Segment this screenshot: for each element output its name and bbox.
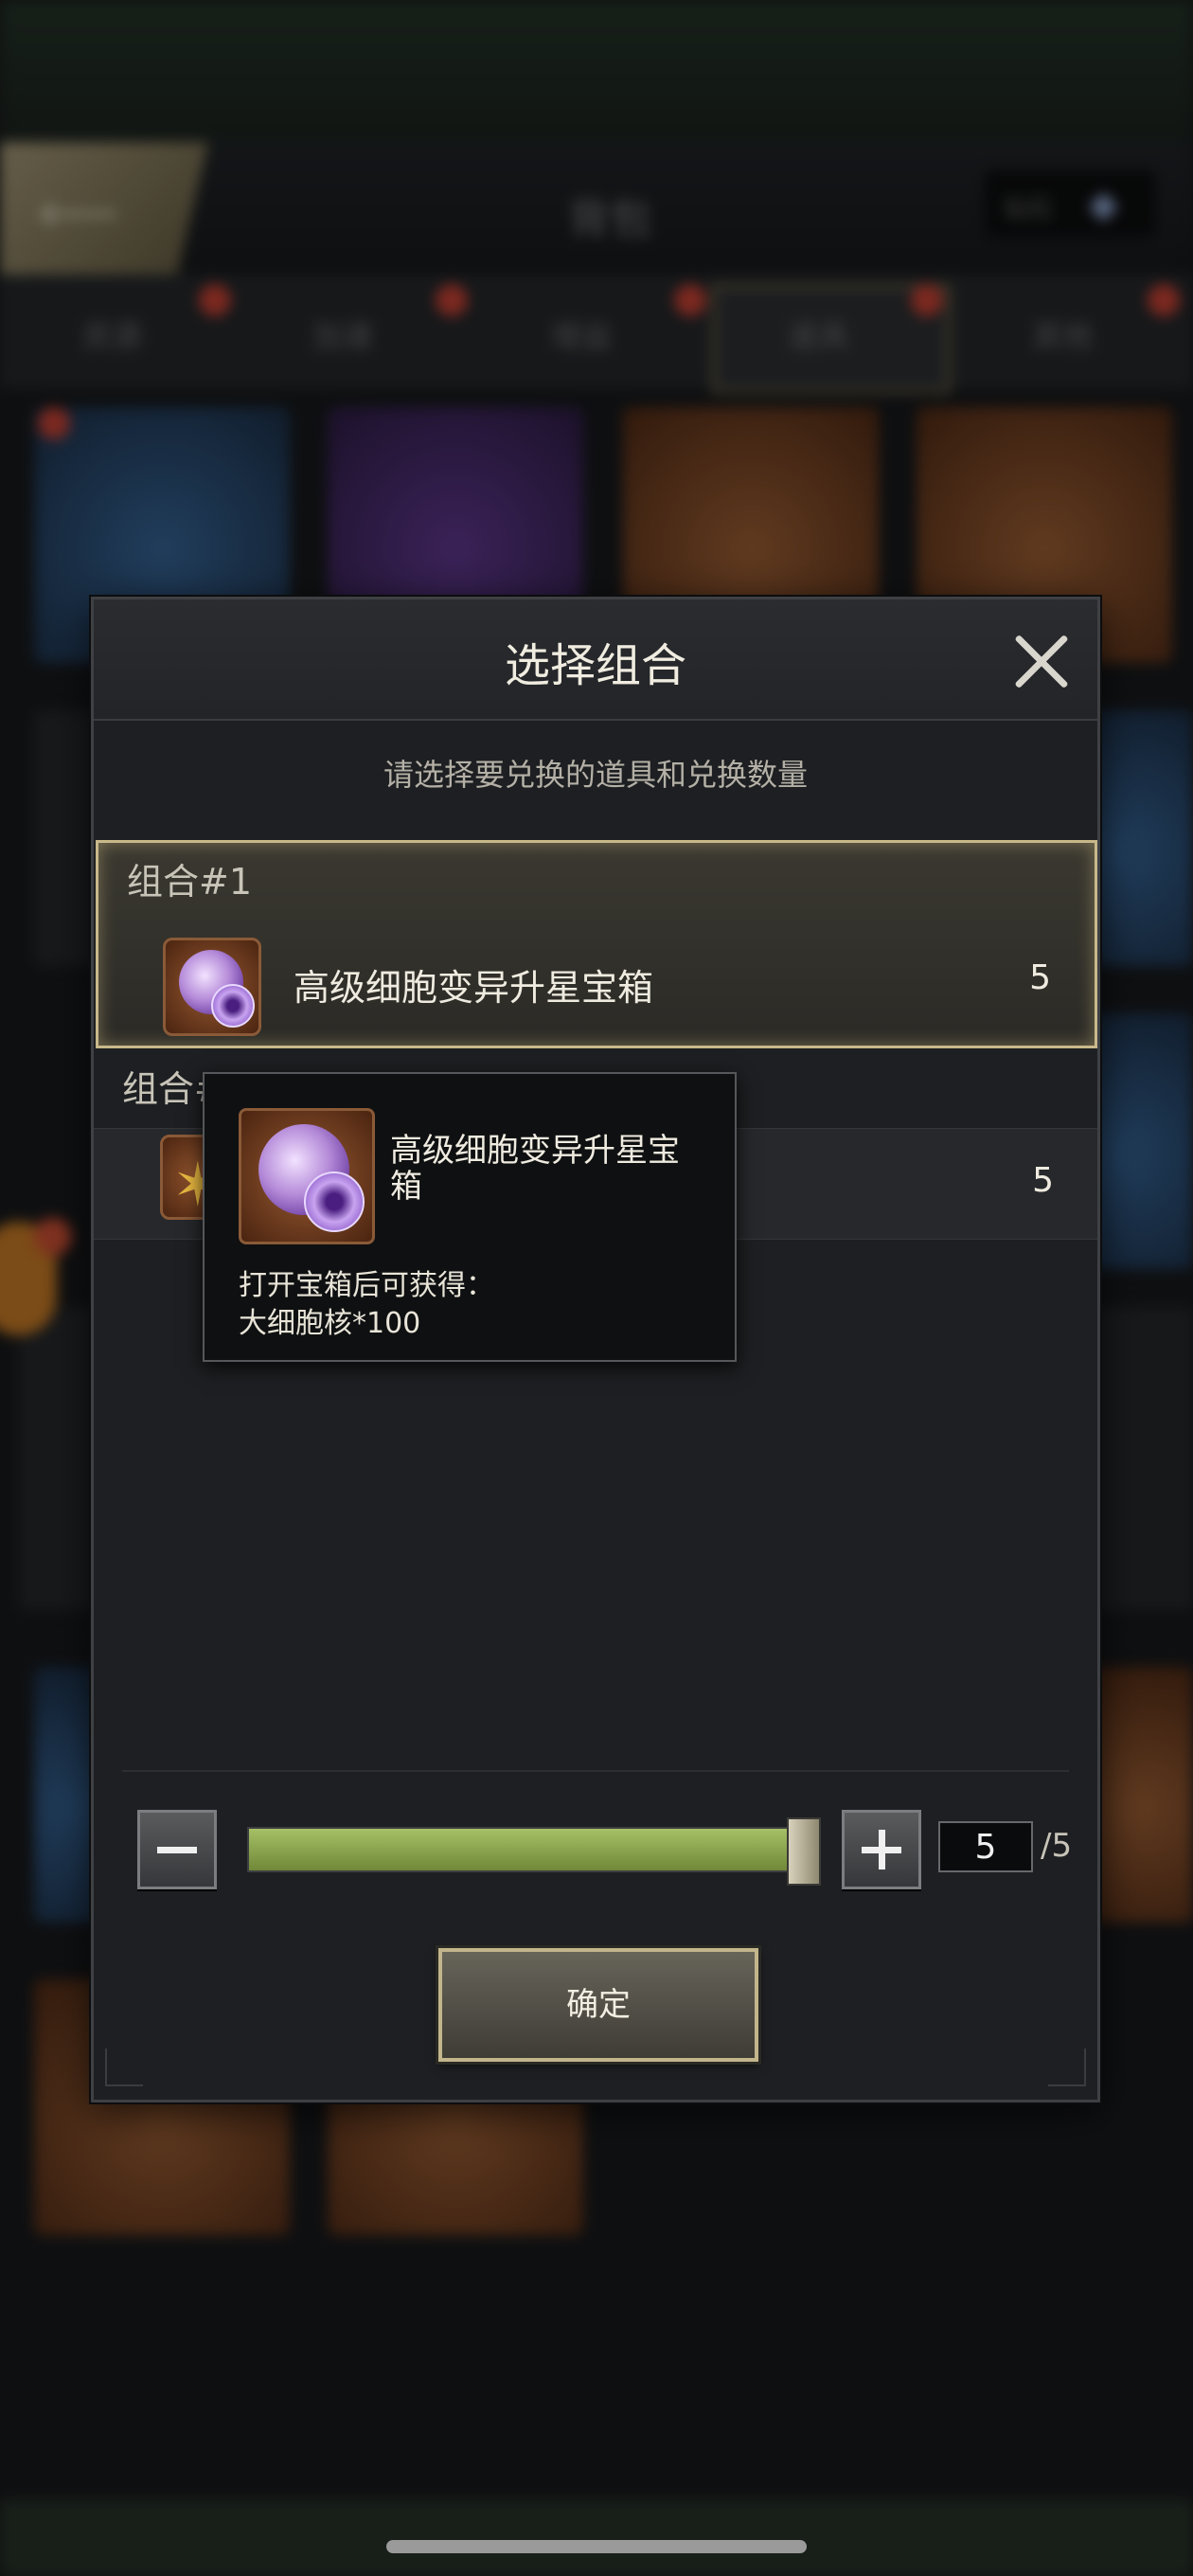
combo-1-label: 组合#1 bbox=[127, 861, 253, 903]
home-indicator[interactable] bbox=[386, 2540, 807, 2553]
quantity-input[interactable] bbox=[938, 1821, 1033, 1872]
cell-icon-part bbox=[304, 1172, 365, 1232]
decrease-button[interactable] bbox=[137, 1810, 217, 1889]
confirm-button[interactable]: 确定 bbox=[438, 1948, 758, 2062]
combo-1-item-name: 高级细胞变异升星宝箱 bbox=[294, 967, 654, 1009]
close-icon[interactable] bbox=[1003, 622, 1080, 700]
cell-chest-icon[interactable] bbox=[163, 938, 261, 1036]
quantity-slider[interactable] bbox=[247, 1817, 821, 1886]
dialog-title: 选择组合 bbox=[504, 639, 686, 692]
cell-chest-icon bbox=[239, 1108, 375, 1244]
combo-1-item-row[interactable]: 高级细胞变异升星宝箱 5 bbox=[98, 922, 1095, 1046]
corner-ornament bbox=[1048, 2048, 1086, 2086]
slider-handle[interactable] bbox=[787, 1817, 821, 1886]
tooltip-desc-line: 大细胞核*100 bbox=[239, 1307, 421, 1340]
quantity-max: /5 bbox=[1041, 1827, 1073, 1865]
corner-ornament bbox=[105, 2048, 143, 2086]
combo-2-item-count: 5 bbox=[1032, 1161, 1054, 1200]
combo-1-option[interactable]: 组合#1 高级细胞变异升星宝箱 5 bbox=[96, 840, 1097, 1048]
dialog-header: 选择组合 bbox=[94, 599, 1097, 721]
tooltip-description: 打开宝箱后可获得： 大细胞核*100 bbox=[239, 1267, 494, 1343]
tooltip-desc-line: 打开宝箱后可获得： bbox=[239, 1269, 494, 1302]
cell-icon-part bbox=[211, 984, 255, 1028]
increase-button[interactable] bbox=[842, 1810, 921, 1889]
item-tooltip: 高级细胞变异升星宝箱 打开宝箱后可获得： 大细胞核*100 bbox=[203, 1072, 737, 1362]
dialog-subtitle: 请选择要兑换的道具和兑换数量 bbox=[383, 757, 808, 793]
slider-fill bbox=[249, 1829, 804, 1870]
divider bbox=[122, 1770, 1069, 1772]
combo-1-item-count: 5 bbox=[1029, 958, 1051, 997]
tooltip-item-name: 高级细胞变异升星宝箱 bbox=[390, 1132, 680, 1206]
